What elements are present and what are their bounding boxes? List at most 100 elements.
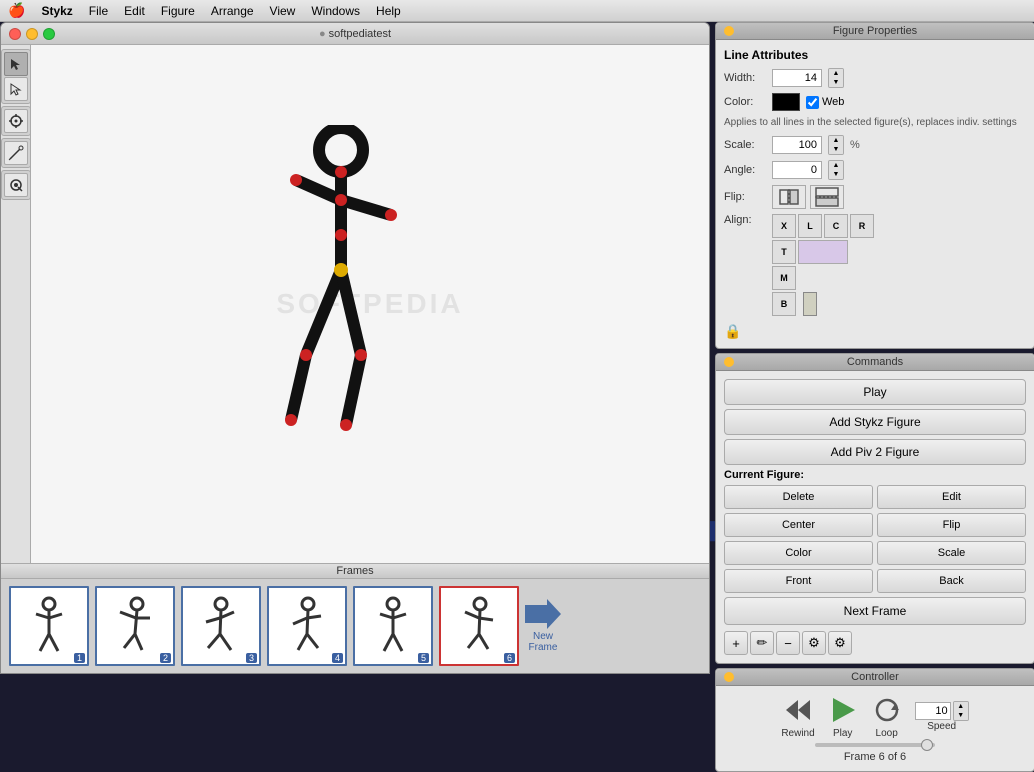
front-button[interactable]: Front — [724, 569, 873, 593]
drawing-area[interactable]: SOFTPEDIA — [31, 45, 709, 563]
angle-input[interactable] — [772, 161, 822, 179]
add-tool-btn[interactable]: + — [724, 631, 748, 655]
align-r-btn[interactable]: R — [850, 214, 874, 238]
flip-vertical-btn[interactable] — [810, 185, 844, 209]
menu-stykz[interactable]: Stykz — [41, 4, 72, 18]
angle-increment[interactable]: ▲ — [829, 161, 843, 170]
color-scale-row: Color Scale — [724, 541, 1026, 565]
angle-stepper[interactable]: ▲ ▼ — [828, 160, 844, 180]
applies-text: Applies to all lines in the selected fig… — [724, 116, 1026, 129]
menu-view[interactable]: View — [270, 4, 296, 18]
width-decrement[interactable]: ▼ — [829, 78, 843, 87]
pen-tool[interactable] — [4, 141, 28, 165]
color-label: Color: — [724, 96, 766, 108]
commands-titlebar: Commands — [716, 354, 1034, 371]
lock-icon[interactable]: 🔒 — [724, 323, 741, 340]
frame-item[interactable]: 3 — [181, 586, 261, 666]
crosshair-tool[interactable] — [4, 109, 28, 133]
menu-figure[interactable]: Figure — [161, 4, 195, 18]
frame-item[interactable]: 1 — [9, 586, 89, 666]
scale-stepper[interactable]: ▲ ▼ — [828, 135, 844, 155]
edit-button[interactable]: Edit — [877, 485, 1026, 509]
edit-tool-btn[interactable]: ✏ — [750, 631, 774, 655]
play-ctrl-btn[interactable]: Play — [827, 694, 859, 739]
speed-slider[interactable] — [724, 743, 1026, 747]
flip-button[interactable]: Flip — [877, 513, 1026, 537]
web-checkbox[interactable] — [806, 96, 819, 109]
align-t-btn[interactable]: T — [772, 240, 796, 264]
width-label: Width: — [724, 72, 766, 84]
add-stykz-button[interactable]: Add Stykz Figure — [724, 409, 1026, 435]
controller-panel: Controller Rewind — [715, 668, 1034, 772]
loop-ctrl-btn[interactable]: Loop — [871, 694, 903, 739]
scale-decrement[interactable]: ▼ — [829, 145, 843, 154]
stick-figure[interactable] — [261, 125, 421, 438]
menu-arrange[interactable]: Arrange — [211, 4, 254, 18]
frame-item-selected[interactable]: 6 — [439, 586, 519, 666]
web-checkbox-label: Web — [806, 96, 844, 109]
commands-panel: Commands Play Add Stykz Figure Add Piv 2… — [715, 353, 1034, 664]
menu-windows[interactable]: Windows — [311, 4, 360, 18]
slider-track[interactable] — [815, 743, 935, 747]
speed-label: Speed — [927, 721, 956, 732]
scale-input[interactable] — [772, 136, 822, 154]
center-button[interactable]: Center — [724, 513, 873, 537]
menu-edit[interactable]: Edit — [124, 4, 145, 18]
scale-row: Scale: ▲ ▼ % — [724, 135, 1026, 155]
new-frame-button[interactable]: NewFrame — [525, 599, 561, 653]
back-button[interactable]: Back — [877, 569, 1026, 593]
frame-number: 3 — [246, 653, 257, 663]
align-m-btn[interactable]: M — [772, 266, 796, 290]
window-titlebar: ● softpediatest — [1, 23, 709, 45]
align-x-btn[interactable]: X — [772, 214, 796, 238]
angle-decrement[interactable]: ▼ — [829, 170, 843, 179]
speed-section: ▲ ▼ Speed — [915, 701, 969, 732]
menu-help[interactable]: Help — [376, 4, 401, 18]
color-row: Color: Web — [724, 93, 1026, 111]
minus-tool-btn[interactable]: − — [776, 631, 800, 655]
align-l-btn[interactable]: L — [798, 214, 822, 238]
maximize-button[interactable] — [43, 28, 55, 40]
speed-input[interactable] — [915, 702, 951, 720]
tool-group-circle — [1, 170, 31, 200]
rewind-ctrl-btn[interactable]: Rewind — [781, 694, 814, 739]
settings2-tool-btn[interactable]: ⚙ — [828, 631, 852, 655]
add-piv2-button[interactable]: Add Piv 2 Figure — [724, 439, 1026, 465]
slider-thumb[interactable] — [921, 739, 933, 751]
minimize-button[interactable] — [26, 28, 38, 40]
speed-decrement[interactable]: ▼ — [954, 711, 968, 720]
width-stepper[interactable]: ▲ ▼ — [828, 68, 844, 88]
play-button[interactable]: Play — [724, 379, 1026, 405]
frames-panel: Frames 1 — [1, 563, 709, 673]
close-button[interactable] — [9, 28, 21, 40]
frame-item[interactable]: 5 — [353, 586, 433, 666]
menu-file[interactable]: File — [89, 4, 108, 18]
align-c-btn[interactable]: C — [824, 214, 848, 238]
settings-tool-btn[interactable]: ⚙ — [802, 631, 826, 655]
color-swatch[interactable] — [772, 93, 800, 111]
commands-panel-dot — [724, 357, 734, 367]
apple-menu[interactable]: 🍎 — [8, 2, 25, 19]
frame-number: 5 — [418, 653, 429, 663]
align-b-btn[interactable]: B — [772, 292, 796, 316]
select-tool[interactable] — [4, 52, 28, 76]
scale-increment[interactable]: ▲ — [829, 136, 843, 145]
delete-button[interactable]: Delete — [724, 485, 873, 509]
arrow-tool[interactable] — [4, 77, 28, 101]
controller-buttons: Rewind Play — [724, 694, 1026, 739]
flip-horizontal-btn[interactable] — [772, 185, 806, 209]
frame-item[interactable]: 2 — [95, 586, 175, 666]
color-button[interactable]: Color — [724, 541, 873, 565]
scale-button[interactable]: Scale — [877, 541, 1026, 565]
align-row: Align: X L C R T M — [724, 214, 1026, 316]
circle-tool[interactable] — [4, 173, 28, 197]
frame-item[interactable]: 4 — [267, 586, 347, 666]
tool-group-pen — [1, 138, 31, 168]
speed-stepper[interactable]: ▲ ▼ — [953, 701, 969, 721]
speed-increment[interactable]: ▲ — [954, 702, 968, 711]
frames-list: 1 2 — [1, 579, 709, 673]
width-increment[interactable]: ▲ — [829, 69, 843, 78]
next-frame-button[interactable]: Next Frame — [724, 597, 1026, 625]
width-input[interactable] — [772, 69, 822, 87]
canvas-toolbar-area: SOFTPEDIA — [1, 45, 709, 563]
